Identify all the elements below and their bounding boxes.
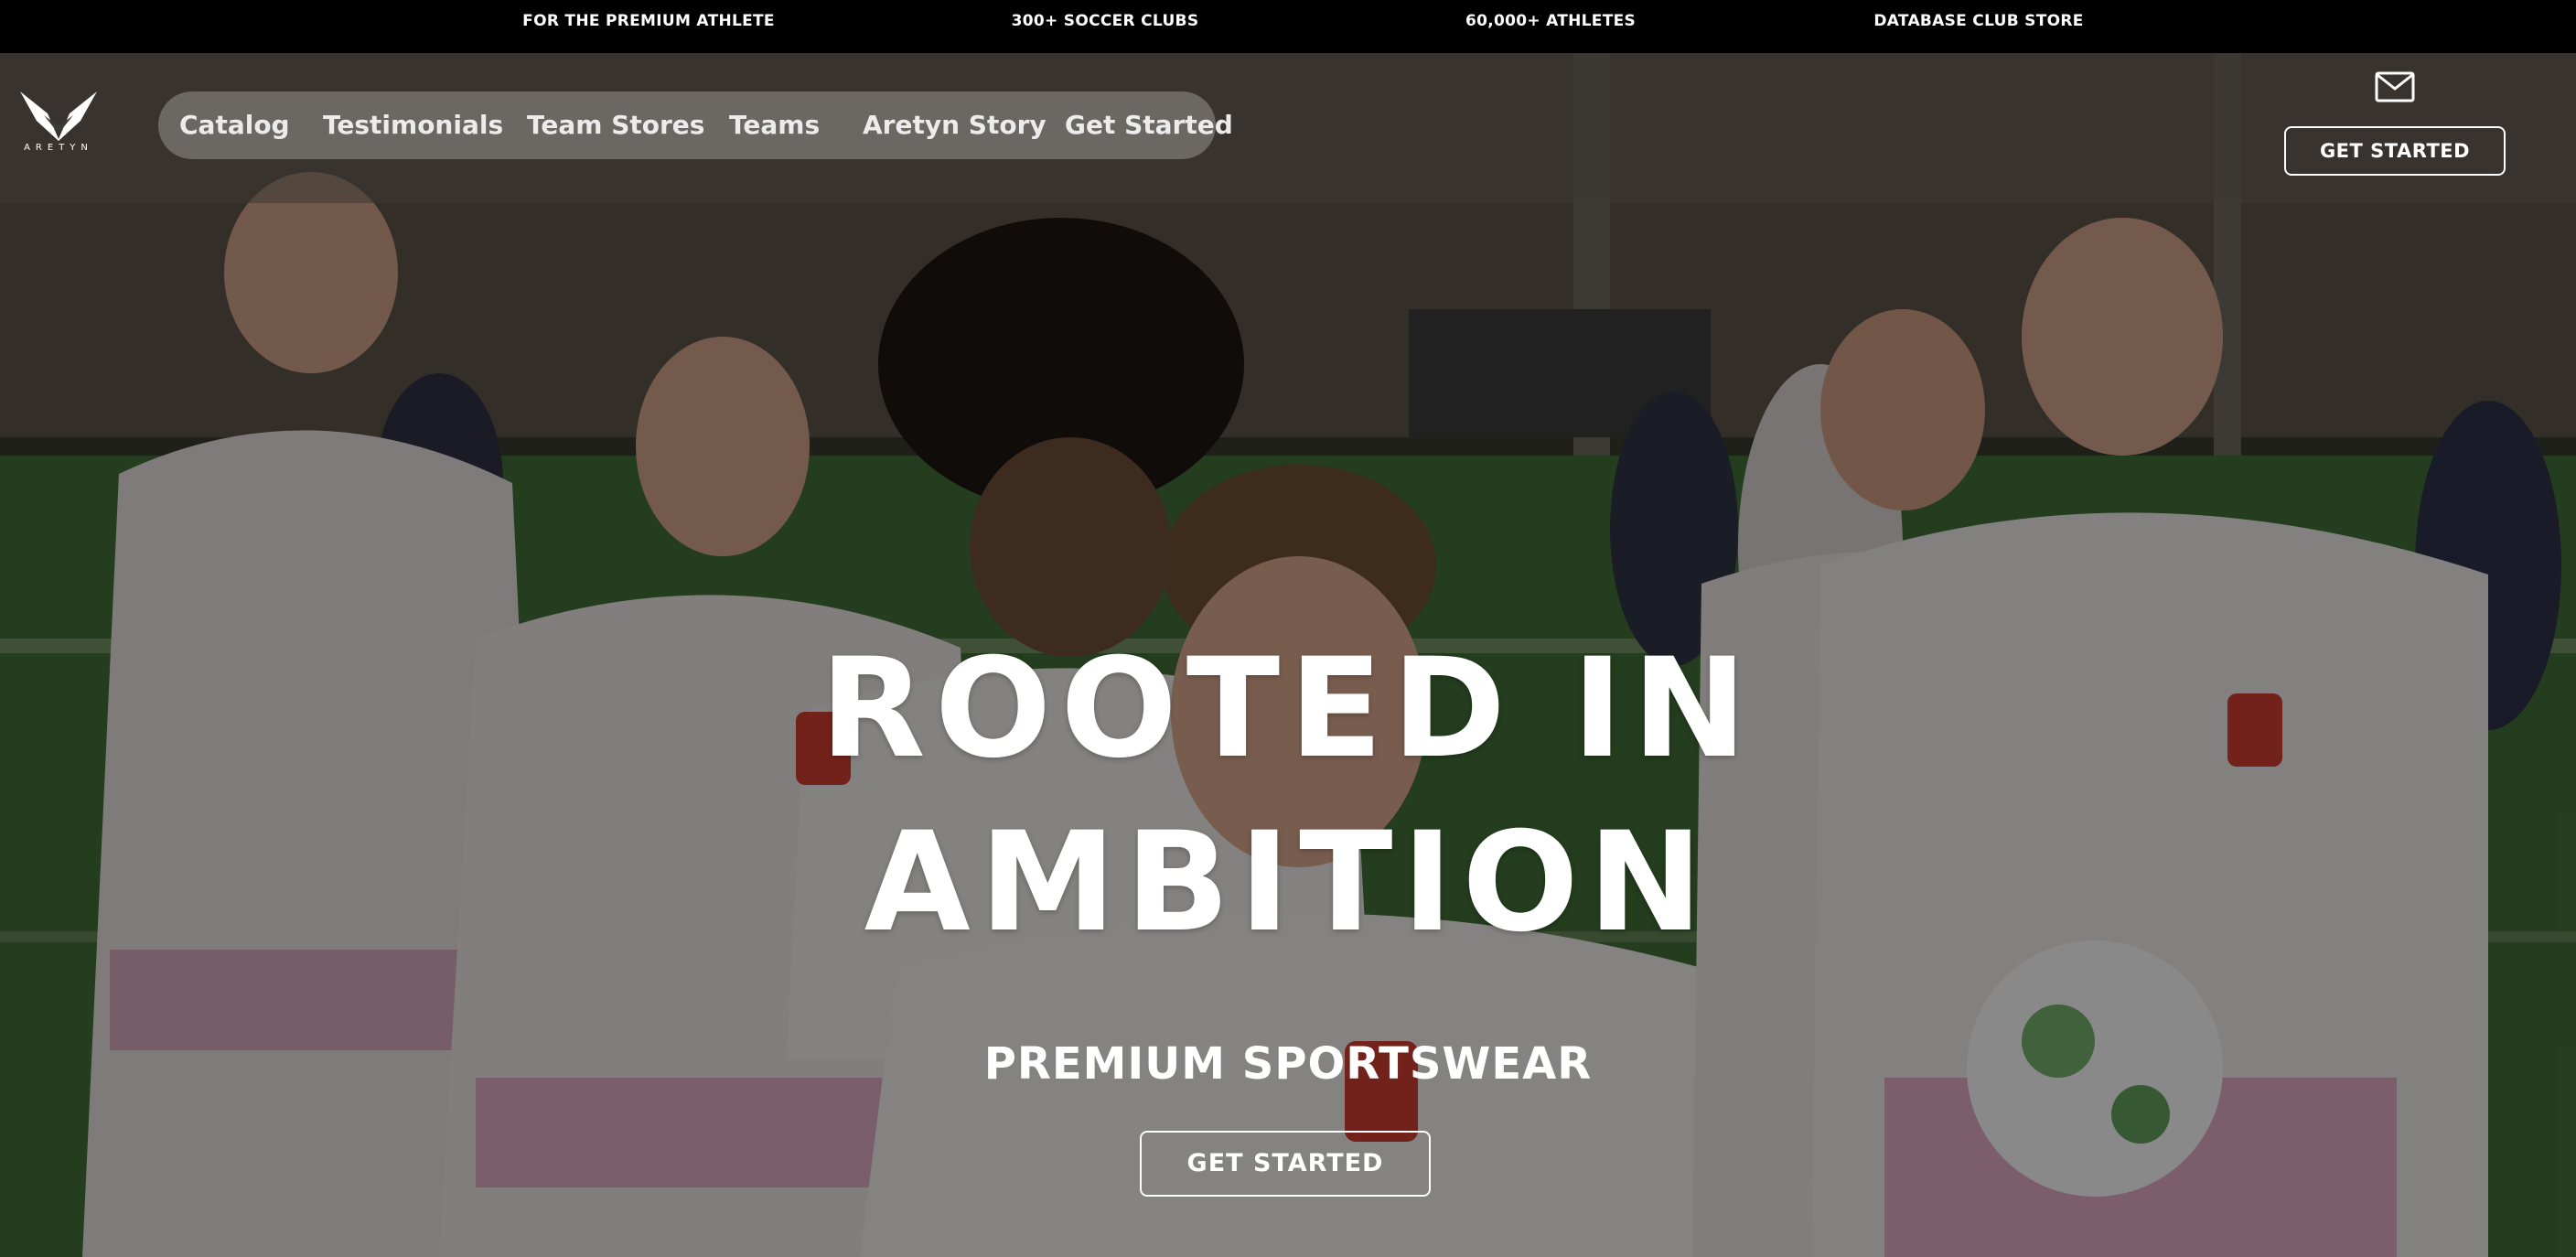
nav-testimonials[interactable]: Testimonials [323, 91, 503, 159]
announcement-bar: FOR THE PREMIUM ATHLETE 300+ SOCCER CLUB… [0, 0, 2576, 53]
hero-headline: ROOTED IN AMBITION [0, 622, 2576, 970]
nav-teams[interactable]: Teams [729, 91, 820, 159]
nav-get-started[interactable]: Get Started [1065, 91, 1233, 159]
main-nav: Catalog Testimonials Team Stores Teams A… [158, 91, 1233, 159]
announcement-premium-athlete: FOR THE PREMIUM ATHLETE [522, 12, 775, 30]
nav-team-stores[interactable]: Team Stores [527, 91, 704, 159]
nav-aretyn-story[interactable]: Aretyn Story [863, 91, 1046, 159]
header-get-started-button[interactable]: GET STARTED [2284, 126, 2506, 176]
aretyn-logo-mark [20, 91, 97, 141]
hero-get-started-button[interactable]: GET STARTED [1140, 1131, 1431, 1197]
hero-headline-line-2: AMBITION [864, 803, 1712, 962]
announcement-club-store[interactable]: DATABASE CLUB STORE [1873, 0, 2083, 42]
announcement-athletes: 60,000+ ATHLETES [1465, 12, 1637, 30]
hero-headline-line-1: ROOTED IN [820, 629, 1756, 789]
mail-icon[interactable] [2375, 71, 2415, 102]
hero-subheadline: PREMIUM SPORTSWEAR [983, 1038, 1593, 1090]
aretyn-logo[interactable]: ARETYN [16, 88, 101, 161]
announcement-soccer-clubs: 300+ SOCCER CLUBS [1011, 12, 1199, 30]
site-header: ARETYN Catalog Testimonials Team Stores … [0, 53, 2576, 203]
logo-wordmark: ARETYN [24, 143, 93, 153]
nav-catalog[interactable]: Catalog [179, 91, 290, 159]
